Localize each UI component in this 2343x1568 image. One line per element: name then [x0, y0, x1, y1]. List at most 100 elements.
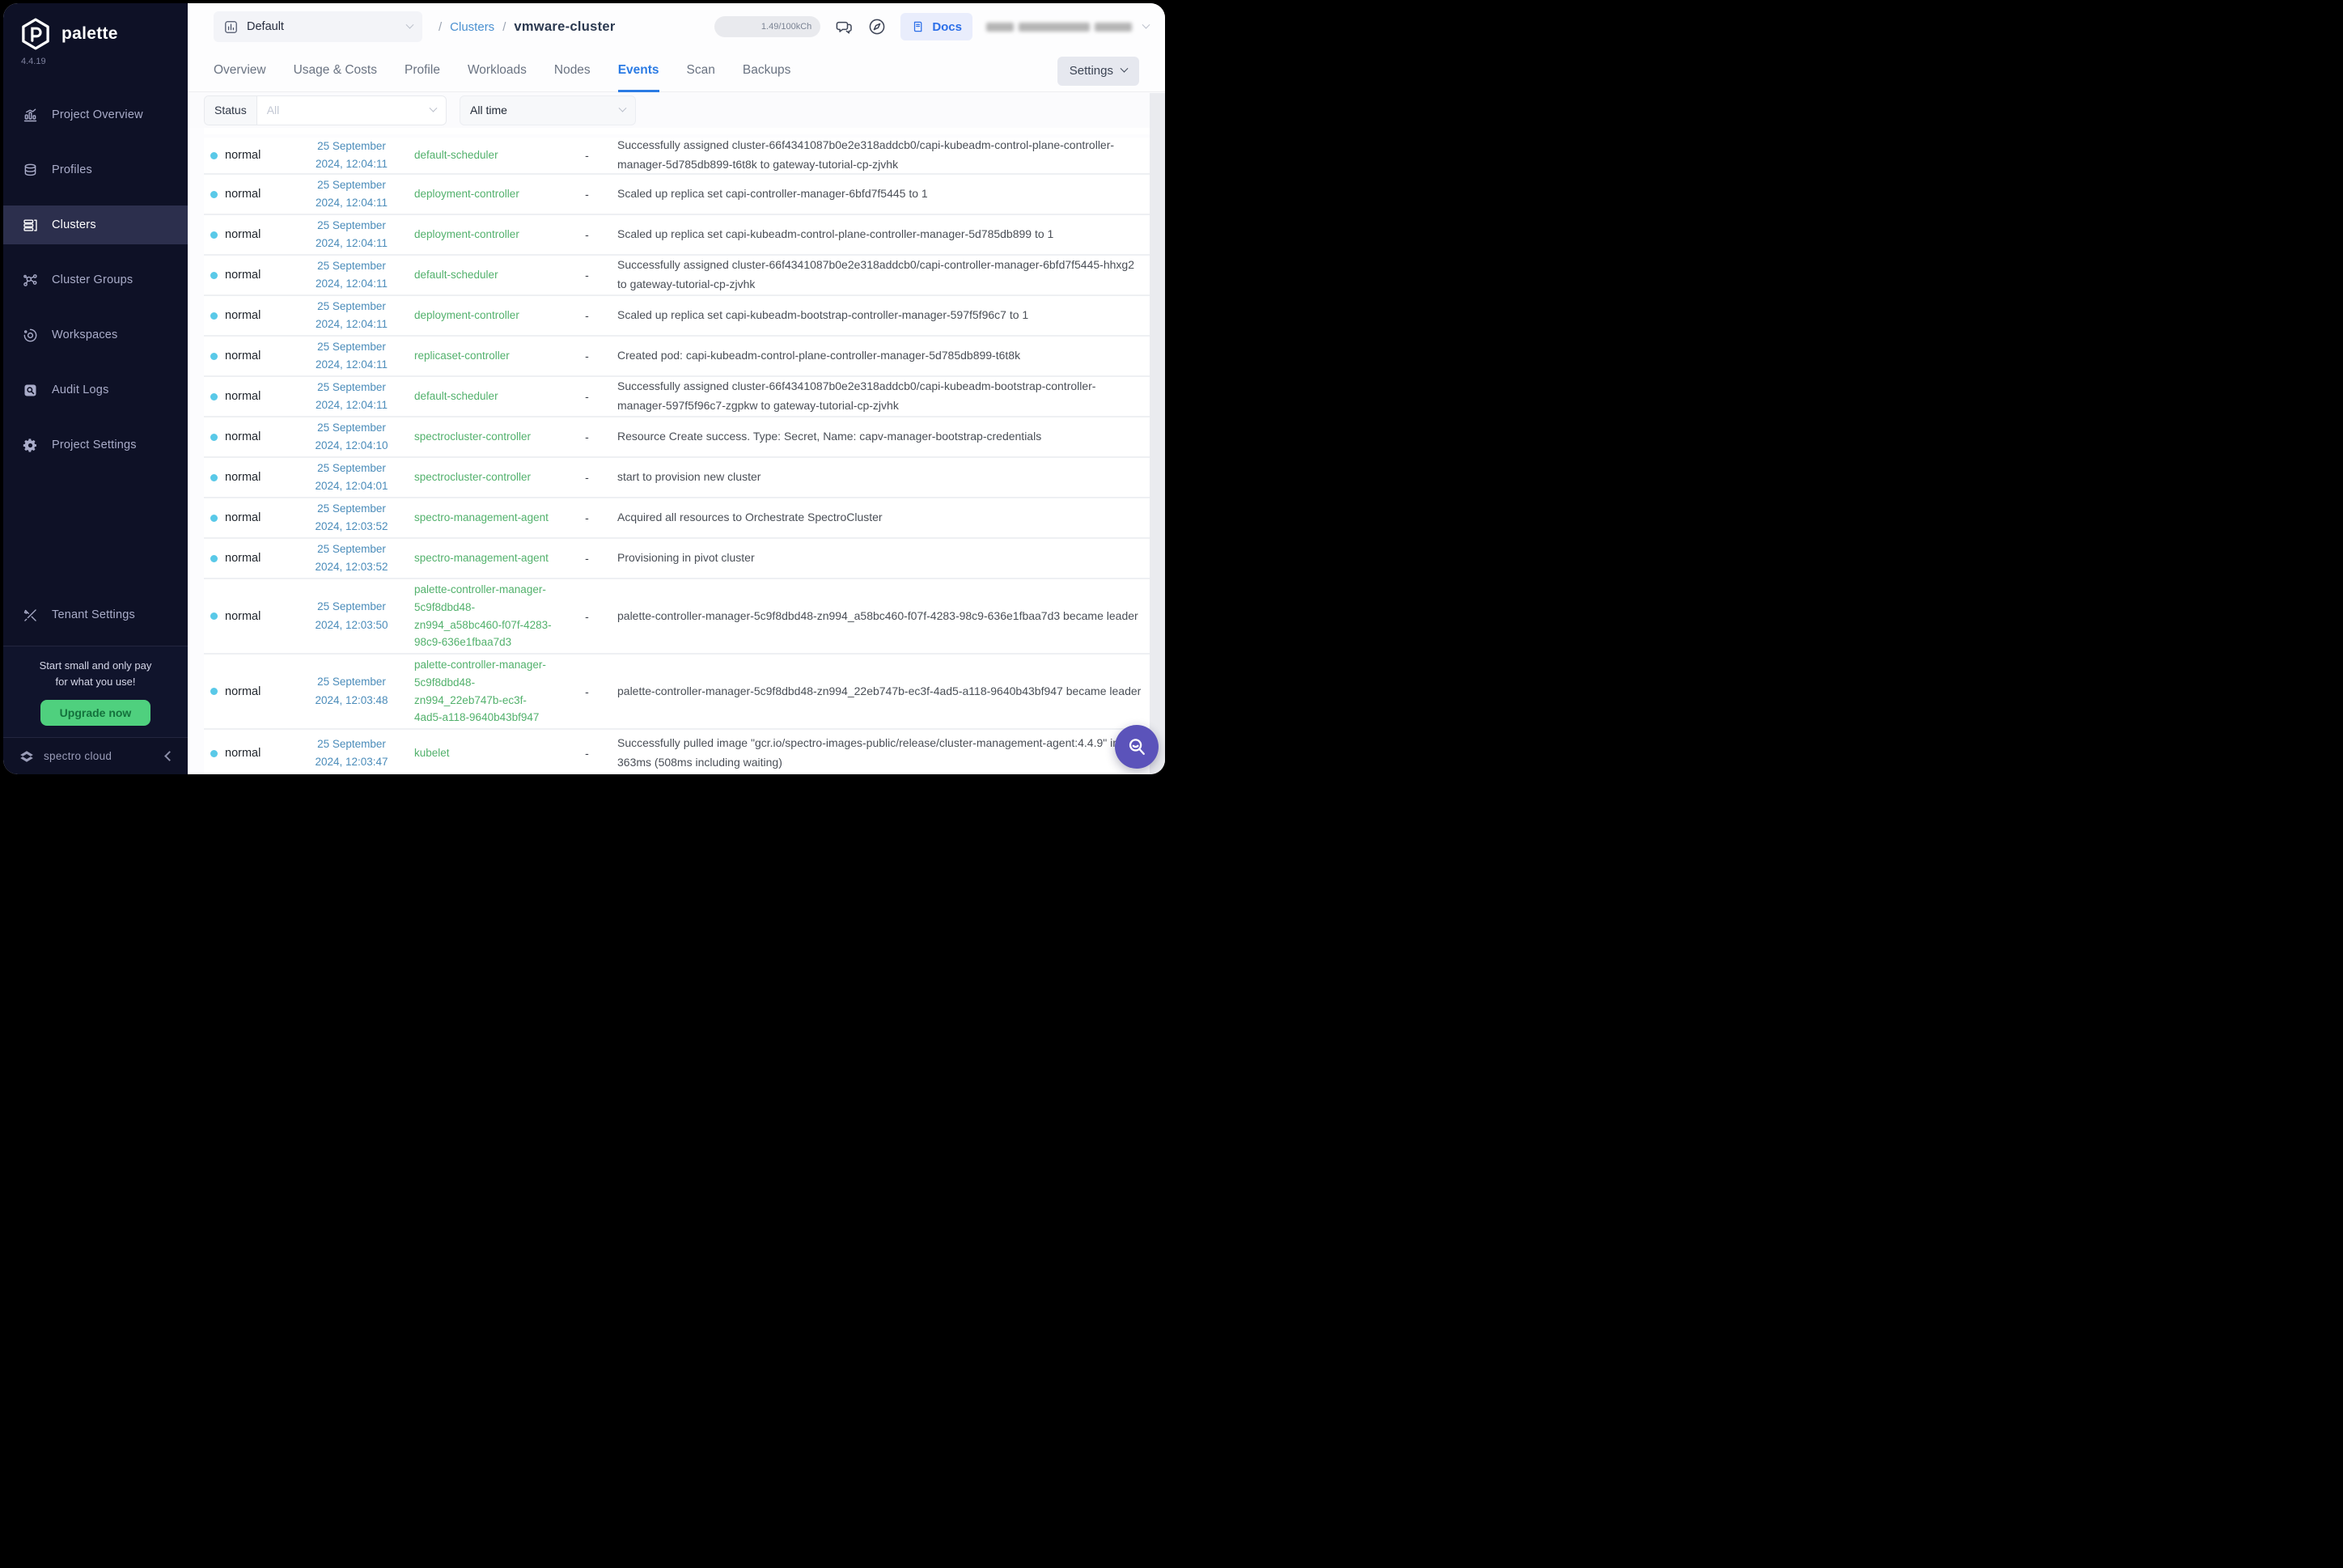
event-timestamp: 25 September2024, 12:04:11 — [289, 138, 414, 174]
time-range-select[interactable]: All time — [460, 95, 636, 125]
bar-chart-icon — [21, 106, 39, 124]
search-fab-button[interactable] — [1115, 725, 1159, 769]
tab-usage-costs[interactable]: Usage & Costs — [294, 50, 377, 92]
cluster-settings-button[interactable]: Settings — [1057, 57, 1139, 86]
tab-backups[interactable]: Backups — [743, 50, 790, 92]
tab-events[interactable]: Events — [618, 50, 659, 92]
breadcrumb: / Clusters / vmware-cluster — [439, 19, 616, 35]
docs-button[interactable]: Docs — [900, 13, 972, 40]
event-message: palette-controller-manager-5c9f8dbd48-zn… — [617, 607, 1151, 626]
explore-compass-icon[interactable] — [867, 17, 887, 36]
event-source: kubelet — [414, 744, 557, 762]
event-table-row: normal25 September2024, 12:04:11default-… — [204, 256, 1151, 296]
event-timestamp: 25 September2024, 12:03:50 — [289, 598, 414, 634]
app-version: 4.4.19 — [21, 57, 188, 66]
sidebar-item-workspaces[interactable]: Workspaces — [3, 316, 188, 354]
footer-brand-name: spectro cloud — [44, 750, 112, 762]
book-icon — [911, 19, 926, 34]
event-status-label: normal — [225, 430, 261, 443]
usage-quota-badge: 1.49/100kCh — [714, 16, 820, 37]
tab-scan[interactable]: Scan — [687, 50, 715, 92]
event-message: Scaled up replica set capi-controller-ma… — [617, 184, 1151, 204]
brand-logo: palette — [3, 3, 188, 52]
network-icon — [21, 271, 39, 289]
event-source: replicaset-controller — [414, 347, 557, 365]
chevron-down-icon — [619, 104, 627, 112]
event-status-label: normal — [225, 747, 261, 760]
tab-nodes[interactable]: Nodes — [554, 50, 591, 92]
events-table: normal25 September2024, 12:04:11default-… — [204, 128, 1151, 774]
status-dot-icon — [210, 750, 218, 757]
event-table-row: normal25 September2024, 12:04:11default-… — [204, 377, 1151, 417]
event-status-label: normal — [225, 610, 261, 623]
chevron-down-icon — [1142, 20, 1150, 28]
tab-overview[interactable]: Overview — [214, 50, 266, 92]
sidebar-item-audit-logs[interactable]: Audit Logs — [3, 371, 188, 409]
event-table-row: normal25 September2024, 12:03:50palette-… — [204, 579, 1151, 655]
upgrade-now-button[interactable]: Upgrade now — [40, 700, 151, 726]
vertical-scrollbar[interactable] — [1150, 93, 1165, 774]
settings-button-label: Settings — [1070, 64, 1113, 78]
event-table-row: normal25 September2024, 12:04:11deployme… — [204, 175, 1151, 215]
user-account-menu[interactable] — [986, 23, 1149, 32]
status-dot-icon — [210, 191, 218, 198]
status-dot-icon — [210, 434, 218, 441]
sidebar-item-tenant-settings[interactable]: Tenant Settings — [3, 595, 188, 634]
sidebar-item-profiles[interactable]: Profiles — [3, 150, 188, 189]
collapse-sidebar-icon[interactable] — [164, 751, 175, 761]
spectro-cloud-logo-icon — [18, 748, 36, 765]
event-source: spectro-management-agent — [414, 509, 557, 527]
event-table-row: normal25 September2024, 12:04:01spectroc… — [204, 458, 1151, 498]
event-message: Successfully assigned cluster-66f4341087… — [617, 136, 1151, 175]
project-selector[interactable]: Default — [214, 11, 422, 42]
event-message: start to provision new cluster — [617, 468, 1151, 487]
tab-workloads[interactable]: Workloads — [468, 50, 527, 92]
breadcrumb-slash: / — [502, 20, 506, 34]
cluster-tabbar: Overview Usage & Costs Profile Workloads Nod… — [188, 50, 1165, 92]
event-timestamp: 25 September2024, 12:03:52 — [289, 540, 414, 577]
sidebar-item-cluster-groups[interactable]: Cluster Groups — [3, 261, 188, 299]
sidebar-item-clusters[interactable]: Clusters — [3, 206, 188, 244]
event-status: normal — [204, 511, 289, 524]
user-name-redacted — [986, 23, 1014, 32]
event-status-label: normal — [225, 188, 261, 201]
event-message: palette-controller-manager-5c9f8dbd48-zn… — [617, 682, 1151, 701]
event-status-label: normal — [225, 471, 261, 484]
breadcrumb-slash: / — [439, 20, 442, 34]
event-namespace: - — [557, 471, 617, 484]
event-timestamp: 25 September2024, 12:03:47 — [289, 735, 414, 772]
feedback-chat-icon[interactable] — [834, 17, 854, 36]
status-filter-select[interactable]: All — [257, 96, 446, 125]
event-status-label: normal — [225, 149, 261, 162]
servers-icon — [21, 216, 39, 234]
event-table-row: normal25 September2024, 12:04:11deployme… — [204, 215, 1151, 256]
event-status: normal — [204, 149, 289, 162]
status-dot-icon — [210, 393, 218, 400]
event-source: palette-controller-manager-5c9f8dbd48-zn… — [414, 581, 557, 651]
event-message: Provisioning in pivot cluster — [617, 549, 1151, 568]
partial-row-top — [204, 128, 1151, 134]
breadcrumb-clusters-link[interactable]: Clusters — [450, 20, 494, 34]
sidebar-item-label: Profiles — [52, 163, 92, 176]
event-namespace: - — [557, 309, 617, 322]
sidebar-item-project-overview[interactable]: Project Overview — [3, 95, 188, 134]
sidebar-item-label: Audit Logs — [52, 384, 109, 396]
event-source: spectrocluster-controller — [414, 468, 557, 486]
event-timestamp: 25 September2024, 12:03:52 — [289, 500, 414, 536]
event-table-row: normal25 September2024, 12:03:52spectro-… — [204, 539, 1151, 579]
palette-logo-icon — [18, 16, 53, 52]
event-status-label: normal — [225, 511, 261, 524]
event-table-row: normal25 September2024, 12:04:10spectroc… — [204, 417, 1151, 458]
status-filter[interactable]: Status All — [204, 95, 447, 125]
event-namespace: - — [557, 390, 617, 403]
event-status: normal — [204, 390, 289, 403]
status-dot-icon — [210, 353, 218, 360]
status-dot-icon — [210, 474, 218, 481]
event-source: deployment-controller — [414, 185, 557, 203]
sidebar-item-project-settings[interactable]: Project Settings — [3, 426, 188, 464]
status-filter-label: Status — [205, 96, 257, 125]
event-source: spectro-management-agent — [414, 549, 557, 567]
tab-profile[interactable]: Profile — [405, 50, 440, 92]
project-selector-value: Default — [247, 20, 284, 33]
event-status-label: normal — [225, 228, 261, 241]
